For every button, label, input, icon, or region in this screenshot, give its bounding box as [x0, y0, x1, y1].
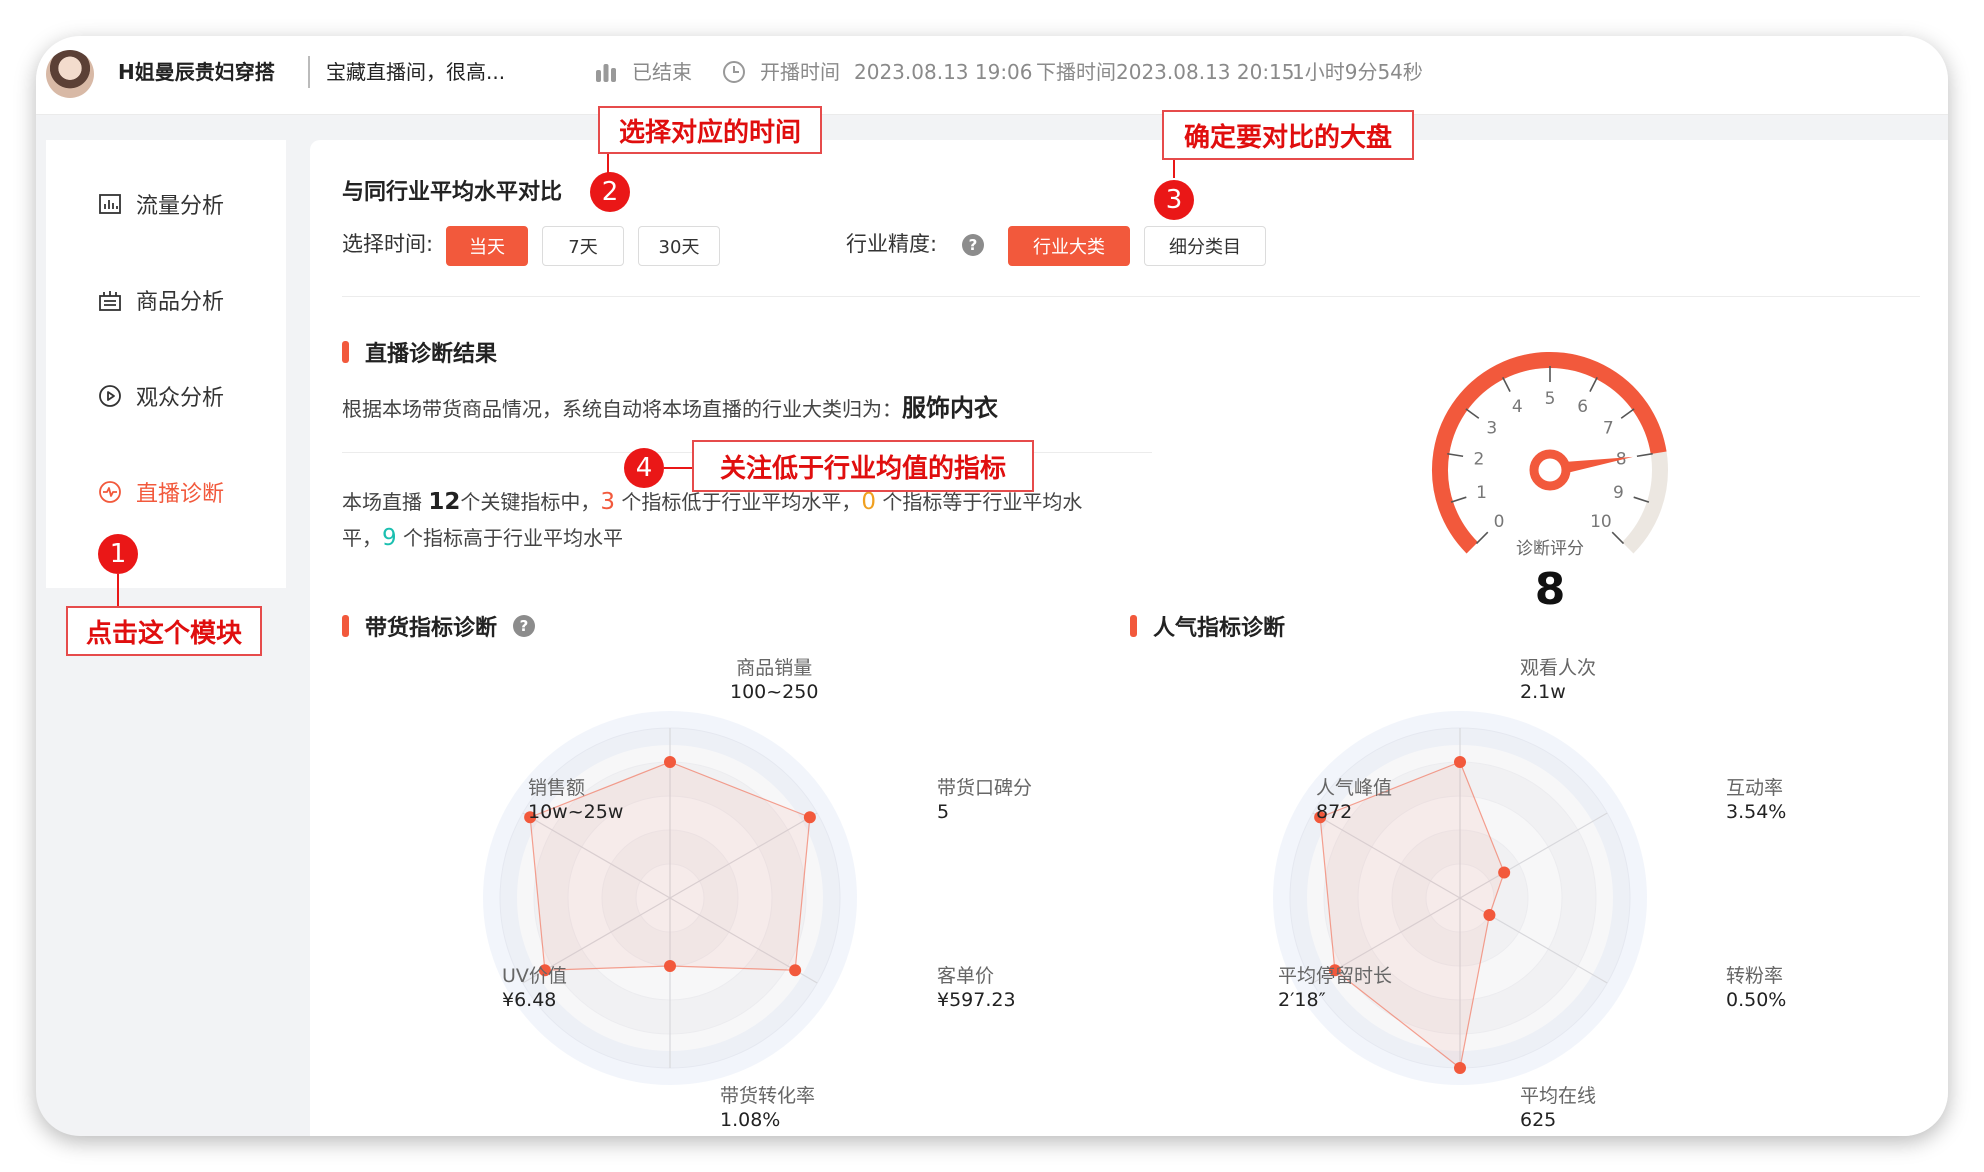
annotation-badge-4: 4	[624, 448, 664, 488]
annotation-callout-2: 选择对应的时间	[598, 106, 822, 154]
annotation-callout-1: 点击这个模块	[66, 606, 262, 656]
annotation-callout-3: 确定要对比的大盘	[1162, 110, 1414, 160]
annotation-badge-3: 3	[1154, 180, 1194, 220]
annotation-badge-2: 2	[590, 172, 630, 212]
annotation-lines	[117, 154, 1175, 606]
annotation-badge-1: 1	[98, 534, 138, 574]
annotation-callout-4: 关注低于行业均值的指标	[692, 440, 1034, 492]
